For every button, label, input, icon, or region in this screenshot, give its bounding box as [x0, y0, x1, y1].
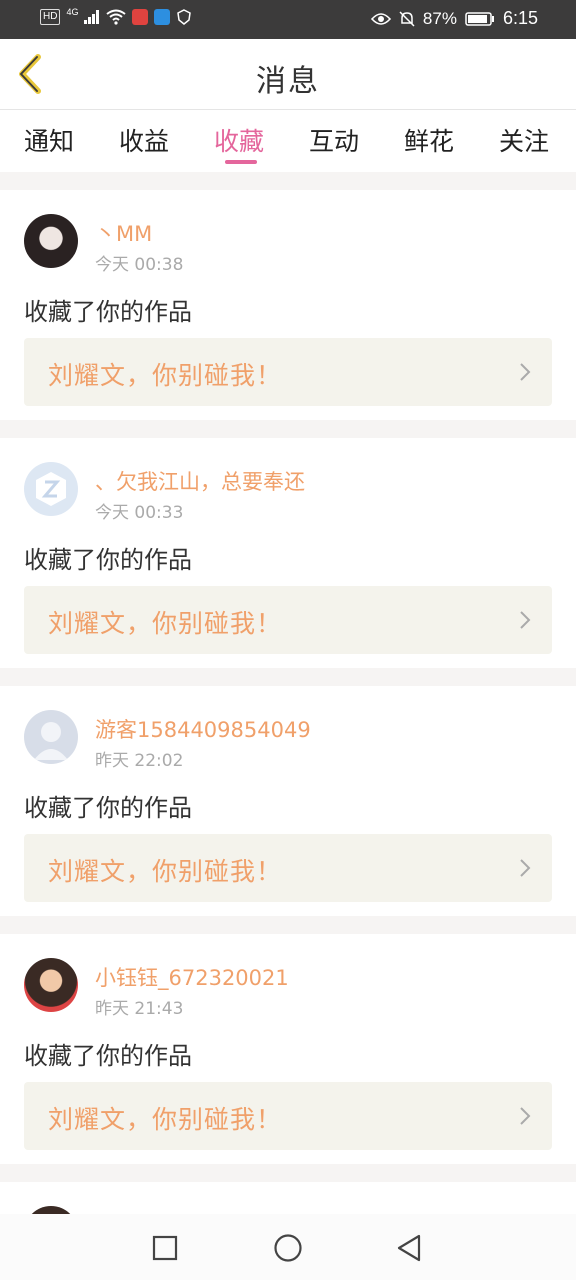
work-title: 刘耀文，你别碰我！ [48, 857, 283, 886]
header: 消息 [0, 39, 576, 110]
status-bar: HD 4G 87% 6:15 [0, 0, 576, 39]
avatar[interactable] [24, 710, 78, 764]
message-card: 丶MM 今天 00:38 收藏了你的作品 刘耀文，你别碰我！ [0, 190, 576, 420]
action-text: 收藏了你的作品 [24, 794, 192, 822]
tab-following[interactable]: 关注 [499, 122, 549, 158]
clock: 6:15 [502, 8, 538, 28]
timestamp: 昨天 22:02 [95, 751, 184, 771]
wifi-icon [106, 9, 127, 25]
work-link[interactable]: 刘耀文，你别碰我！ [24, 1082, 552, 1150]
mute-bell-icon [399, 10, 415, 27]
username[interactable]: 游客1584409854049 [95, 714, 311, 744]
message-card: 游客1584409854049 昨天 22:02 收藏了你的作品 刘耀文，你别碰… [0, 686, 576, 916]
username[interactable]: 丶MM [95, 218, 152, 248]
tab-favorites[interactable]: 收藏 [214, 122, 264, 158]
shield-icon [177, 9, 192, 25]
tab-interactions[interactable]: 互动 [309, 122, 359, 158]
work-title: 刘耀文，你别碰我！ [48, 609, 283, 638]
guest-avatar-icon [34, 722, 68, 760]
eye-icon [370, 12, 391, 25]
battery-percent: 87% [422, 8, 457, 28]
app-notification-icon [154, 9, 171, 25]
chevron-right-icon [520, 1107, 531, 1125]
hd-indicator: HD [40, 9, 61, 25]
app-notification-icon [132, 9, 149, 25]
active-tab-indicator [225, 160, 257, 164]
message-card: 、欠我江山，总要奉还 今天 00:33 收藏了你的作品 刘耀文，你别碰我！ [0, 438, 576, 668]
avatar[interactable] [24, 462, 78, 516]
chevron-right-icon [520, 611, 531, 629]
tab-earnings[interactable]: 收益 [119, 122, 169, 158]
home-circle-icon[interactable] [273, 1233, 303, 1263]
back-triangle-icon[interactable] [396, 1234, 422, 1262]
work-title: 刘耀文，你别碰我！ [48, 1105, 283, 1134]
timestamp: 昨天 21:43 [95, 999, 184, 1019]
default-avatar-icon [36, 472, 66, 506]
battery-icon [465, 11, 494, 26]
work-link[interactable]: 刘耀文，你别碰我！ [24, 586, 552, 654]
system-nav-bar [0, 1214, 576, 1280]
network-label: 4G [66, 7, 79, 17]
avatar[interactable] [24, 958, 78, 1012]
action-text: 收藏了你的作品 [24, 1042, 192, 1070]
timestamp: 今天 00:33 [95, 503, 184, 523]
message-card: 小钰钰_672320021 昨天 21:43 收藏了你的作品 刘耀文，你别碰我！ [0, 934, 576, 1164]
chevron-right-icon [520, 363, 531, 381]
username[interactable]: 小钰钰_672320021 [95, 962, 289, 992]
action-text: 收藏了你的作品 [24, 546, 192, 574]
tab-flowers[interactable]: 鲜花 [404, 122, 454, 158]
signal-icon [84, 10, 100, 24]
page-title: 消息 [256, 64, 320, 99]
username[interactable]: 、欠我江山，总要奉还 [95, 466, 305, 496]
work-link[interactable]: 刘耀文，你别碰我！ [24, 834, 552, 902]
tab-bar: 通知 收益 收藏 互动 鲜花 关注 [0, 110, 576, 172]
avatar[interactable] [24, 214, 78, 268]
tab-notifications[interactable]: 通知 [24, 122, 74, 158]
work-link[interactable]: 刘耀文，你别碰我！ [24, 338, 552, 406]
recents-square-icon[interactable] [152, 1235, 178, 1261]
work-title: 刘耀文，你别碰我！ [48, 361, 283, 390]
timestamp: 今天 00:38 [95, 255, 184, 275]
chevron-right-icon [520, 859, 531, 877]
action-text: 收藏了你的作品 [24, 298, 192, 326]
